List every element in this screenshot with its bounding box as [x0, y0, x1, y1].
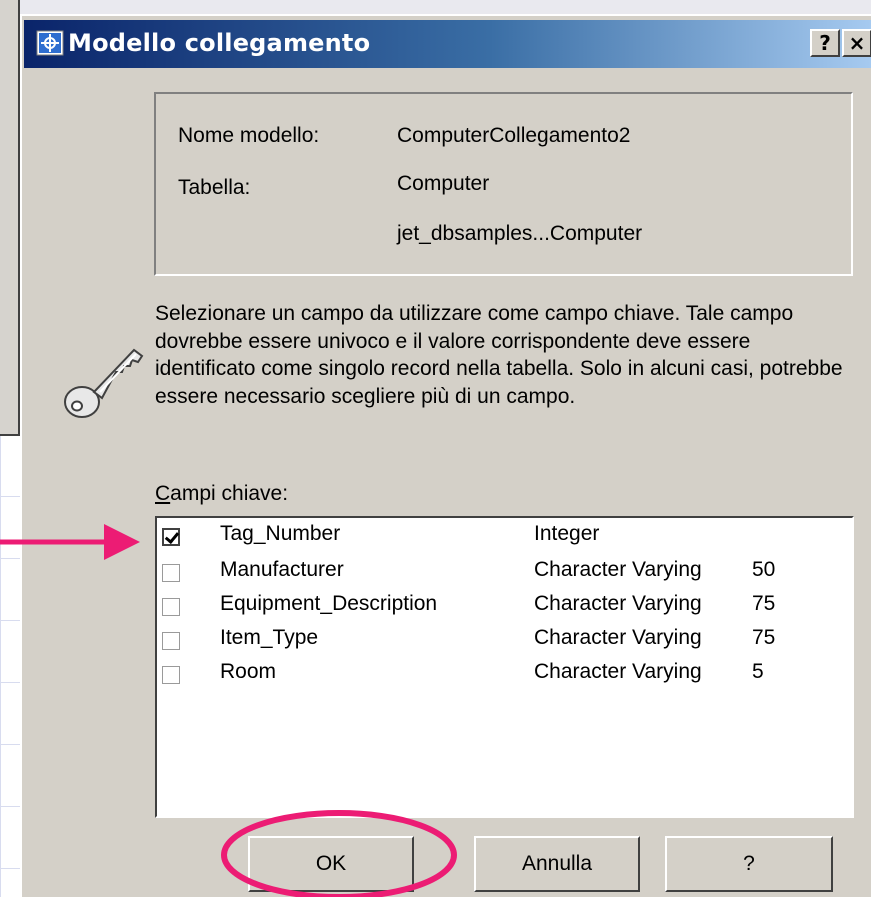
checkbox-item-type[interactable] — [162, 632, 180, 650]
field-type: Character Varying — [534, 626, 702, 649]
dialog-title: Modello collegamento — [68, 29, 371, 57]
field-name: Item_Type — [220, 626, 319, 649]
cancel-button[interactable]: Annulla — [474, 836, 640, 892]
key-fields-list[interactable]: Tag_Number Integer Manufacturer Characte… — [155, 516, 854, 818]
ok-button[interactable]: OK — [248, 836, 414, 892]
model-name-value: ComputerCollegamento2 — [397, 124, 631, 147]
key-fields-label-accelerator: C — [155, 482, 171, 505]
table-source-value: jet_dbsamples...Computer — [397, 222, 643, 245]
checkbox-tag-number[interactable] — [162, 528, 180, 546]
list-item[interactable]: Manufacturer Character Varying 50 — [157, 555, 837, 582]
table-label: Tabella: — [178, 176, 251, 199]
list-item[interactable]: Equipment_Description Character Varying … — [157, 589, 837, 616]
background-window-strip — [18, 0, 871, 14]
model-info-box: Nome modello: ComputerCollegamento2 Tabe… — [154, 92, 853, 276]
key-fields-label: Campi chiave: — [155, 482, 288, 506]
field-type: Character Varying — [534, 592, 702, 615]
help-button[interactable]: ? — [665, 836, 833, 892]
list-item[interactable]: Tag_Number Integer — [157, 519, 837, 546]
key-icon — [64, 348, 144, 418]
checkbox-manufacturer[interactable] — [162, 564, 180, 582]
field-name: Equipment_Description — [220, 592, 438, 615]
link-model-dialog: Modello collegamento ? × Nome modello: C… — [20, 14, 871, 897]
title-close-button[interactable]: × — [842, 29, 871, 57]
background-window — [0, 0, 20, 436]
checkbox-room[interactable] — [162, 666, 180, 684]
field-length: 5 — [752, 660, 764, 683]
title-help-button[interactable]: ? — [810, 29, 840, 57]
table-value: Computer — [397, 172, 490, 195]
field-name: Tag_Number — [220, 522, 341, 545]
field-type: Character Varying — [534, 660, 702, 683]
field-length: 75 — [752, 626, 776, 649]
title-bar[interactable]: Modello collegamento ? × — [24, 20, 871, 68]
field-type: Integer — [534, 522, 600, 545]
field-name: Manufacturer — [220, 558, 344, 581]
field-name: Room — [220, 660, 277, 683]
model-name-label: Nome modello: — [178, 124, 320, 147]
key-fields-label-text: ampi chiave: — [170, 482, 289, 505]
list-item[interactable]: Item_Type Character Varying 75 — [157, 623, 837, 650]
link-model-icon — [36, 30, 64, 56]
field-length: 50 — [752, 558, 776, 581]
list-item[interactable]: Room Character Varying 5 — [157, 657, 837, 684]
field-type: Character Varying — [534, 558, 702, 581]
field-length: 75 — [752, 592, 776, 615]
checkbox-equipment-description[interactable] — [162, 598, 180, 616]
instructions-text: Selezionare un campo da utilizzare come … — [155, 302, 843, 408]
